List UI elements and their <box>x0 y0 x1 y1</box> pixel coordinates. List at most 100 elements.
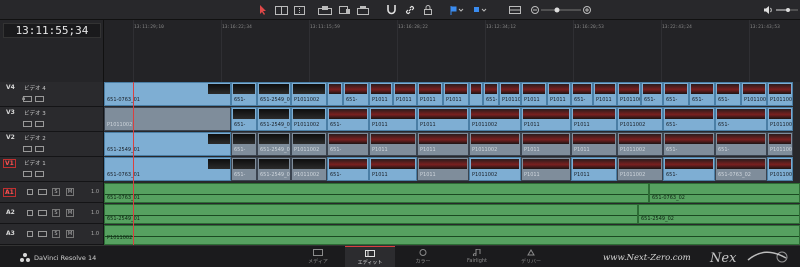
volume-slider[interactable] <box>776 4 798 16</box>
tab-color[interactable]: カラー <box>398 246 448 267</box>
video-clip[interactable]: 651-0763_02 <box>715 157 767 181</box>
video-clip[interactable]: 651- <box>641 82 663 106</box>
video-clip[interactable]: 651- <box>327 107 369 131</box>
track-name[interactable]: ビデオ 4 <box>24 84 46 92</box>
disable-track-icon[interactable] <box>35 146 44 152</box>
auto-select-icon[interactable] <box>23 171 32 177</box>
lock-track-icon[interactable] <box>27 231 33 237</box>
video-clip[interactable]: P1011 <box>417 157 469 181</box>
volume-icon[interactable] <box>764 4 774 16</box>
flag-icon[interactable] <box>450 4 464 16</box>
video-clip[interactable]: P1011002 <box>499 82 521 106</box>
zoom-out-icon[interactable] <box>531 4 539 16</box>
track-id[interactable]: A1 <box>3 188 16 197</box>
video-clip[interactable]: 651- <box>663 132 715 156</box>
audio-clip[interactable]: 651-2549_01 <box>104 204 638 224</box>
video-clip[interactable]: P1011002 <box>617 82 641 106</box>
video-clip[interactable]: P1011 <box>571 107 617 131</box>
video-clip[interactable]: 651- <box>715 107 767 131</box>
auto-select-icon[interactable] <box>38 189 47 195</box>
video-clip[interactable]: P1011 <box>417 107 469 131</box>
video-clip[interactable]: P1011 <box>521 157 571 181</box>
timeline-area[interactable]: 651-0763_01 651- 651-2549_01 P1011002 65… <box>104 82 800 245</box>
solo-button[interactable]: S <box>52 230 60 238</box>
video-clip[interactable]: 651- <box>343 82 369 106</box>
zoom-in-icon[interactable] <box>583 4 591 16</box>
video-clip[interactable]: P1011 <box>369 82 393 106</box>
video-clip[interactable]: P1011002 <box>469 157 521 181</box>
video-clip[interactable]: P1011002 <box>767 157 793 181</box>
track-name[interactable]: ビデオ 2 <box>24 134 46 142</box>
solo-button[interactable]: S <box>52 209 60 217</box>
video-clip[interactable]: 651- <box>689 82 715 106</box>
tab-deliver[interactable]: デリバー <box>506 246 556 267</box>
video-clip[interactable]: P1011 <box>571 132 617 156</box>
lock-icon[interactable] <box>423 4 432 16</box>
timeline-ruler[interactable]: 13:11:29;10 13:16:22;34 13:11:15;59 13:1… <box>104 20 800 82</box>
video-clip[interactable]: P1011 <box>593 82 617 106</box>
tab-edit[interactable]: エディット <box>345 246 395 267</box>
video-clip[interactable]: P1011 <box>369 157 417 181</box>
video-clip[interactable]: P1011002 <box>741 82 767 106</box>
video-clip[interactable]: 651-2549_01 <box>104 132 231 156</box>
video-clip[interactable]: P1011 <box>521 132 571 156</box>
track-name[interactable]: ビデオ 3 <box>24 109 46 117</box>
video-clip[interactable]: 651- <box>327 132 369 156</box>
video-clip[interactable]: 651- <box>571 82 593 106</box>
track-header-v1[interactable]: V1 ビデオ 1 <box>0 157 104 182</box>
video-clip[interactable]: 651- <box>327 157 369 181</box>
video-clip[interactable]: P1011 <box>547 82 571 106</box>
video-clip[interactable]: P1011 <box>521 82 547 106</box>
video-clip[interactable]: 651-2549_01 <box>257 157 291 181</box>
video-clip[interactable]: P1011 <box>417 82 443 106</box>
video-clip[interactable]: 651- <box>715 132 767 156</box>
video-clip[interactable]: P1011002 <box>767 132 793 156</box>
track-id[interactable]: V1 <box>3 159 16 168</box>
mute-button[interactable]: M <box>66 209 74 217</box>
blade-tool-icon[interactable] <box>293 4 305 16</box>
video-clip[interactable]: P1011002 <box>104 107 231 131</box>
video-clip[interactable]: 651-2549_01 <box>257 82 291 106</box>
video-clip[interactable]: P1011 <box>369 107 417 131</box>
overwrite-clip-icon[interactable] <box>339 4 351 16</box>
tab-media[interactable]: メディア <box>293 246 343 267</box>
video-clip[interactable]: 651- <box>231 107 257 131</box>
video-clip[interactable]: 651- <box>663 107 715 131</box>
marker-icon[interactable] <box>473 4 487 16</box>
video-clip[interactable]: 651-0763_01 <box>104 82 231 106</box>
video-clip[interactable]: P1011 <box>393 82 417 106</box>
video-clip[interactable]: P1011002 <box>617 107 663 131</box>
auto-select-icon[interactable] <box>23 96 32 102</box>
video-clip[interactable]: P1011 <box>417 132 469 156</box>
video-clip[interactable]: 651- <box>663 82 689 106</box>
track-header-v2[interactable]: V2 ビデオ 2 <box>0 132 104 157</box>
mute-button[interactable]: M <box>66 188 74 196</box>
video-clip[interactable] <box>327 82 343 106</box>
video-clip[interactable]: P1011002 <box>617 132 663 156</box>
video-clip[interactable]: P1011002 <box>767 82 793 106</box>
track-header-v3[interactable]: V3 ビデオ 3 <box>0 107 104 132</box>
audio-clip[interactable]: P1011002 <box>104 225 800 245</box>
zoom-slider[interactable] <box>541 4 581 16</box>
video-clip[interactable]: P1011002 <box>767 107 793 131</box>
video-clip[interactable]: P1011002 <box>469 107 521 131</box>
auto-select-icon[interactable] <box>38 210 47 216</box>
video-clip[interactable]: 651-2549_01 <box>257 132 291 156</box>
video-clip[interactable]: P1011 <box>443 82 469 106</box>
audio-clip[interactable]: 651-0763_02 <box>649 183 800 203</box>
disable-track-icon[interactable] <box>35 96 44 102</box>
video-clip[interactable]: P1011002 <box>617 157 663 181</box>
auto-select-icon[interactable] <box>23 121 32 127</box>
lock-track-icon[interactable] <box>27 189 33 195</box>
track-header-a3[interactable]: A3 S M 1.0 <box>0 224 104 245</box>
video-clip[interactable]: 651- <box>231 82 257 106</box>
audio-clip[interactable]: 651-0763_01 <box>104 183 649 203</box>
track-header-a2[interactable]: A2 S M 1.0 <box>0 203 104 224</box>
video-clip[interactable]: P1011 <box>369 132 417 156</box>
video-clip[interactable]: 651-0763_01 <box>104 157 231 181</box>
trim-tool-icon[interactable] <box>274 4 288 16</box>
link-icon[interactable] <box>405 4 415 16</box>
video-clip[interactable]: 651- <box>663 157 715 181</box>
video-clip[interactable]: P1011002 <box>291 132 327 156</box>
track-header-a1[interactable]: A1 S M 1.0 <box>0 182 104 203</box>
